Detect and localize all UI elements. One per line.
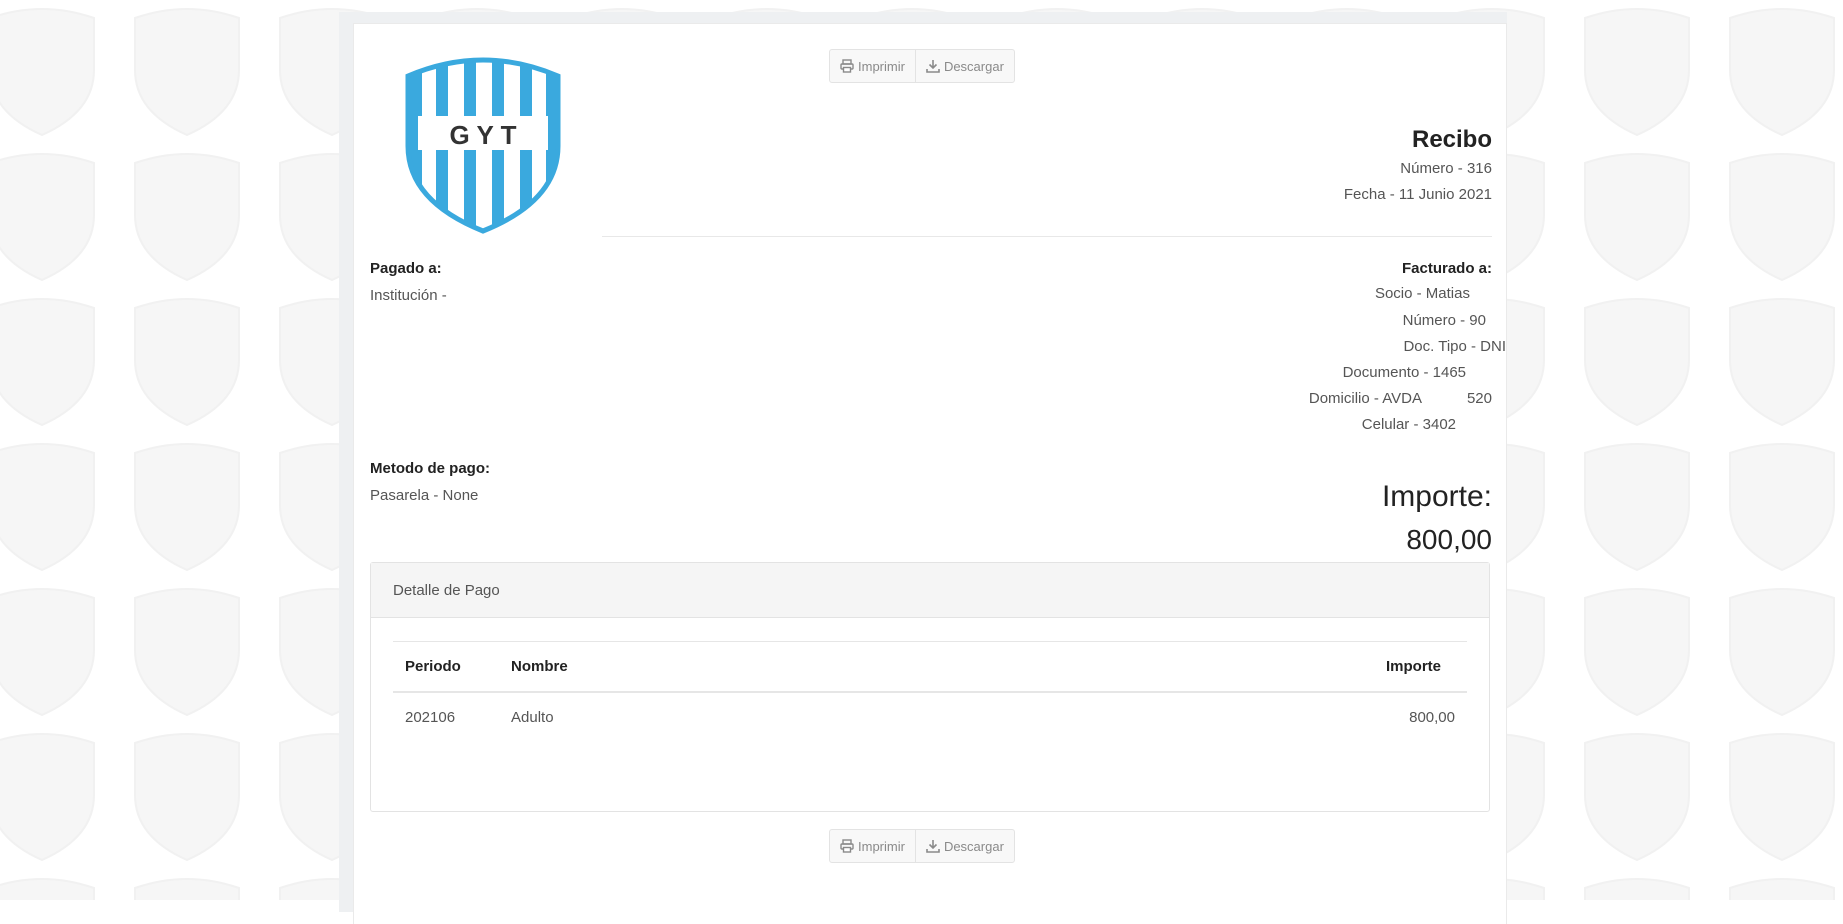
download-icon (926, 840, 940, 853)
download-icon (926, 60, 940, 73)
column-header-amount: Importe (948, 641, 1467, 693)
download-button[interactable]: Descargar (914, 50, 1014, 82)
bottom-toolbar: Imprimir Descargar (829, 829, 1015, 863)
logo-initials: G Y T (450, 120, 517, 150)
payment-method-value: Pasarela - None (370, 487, 479, 504)
printer-icon (840, 59, 854, 73)
row-amount: 800,00 (1409, 709, 1455, 726)
billed-to-document: Documento - 1465 (1342, 364, 1466, 381)
billed-to-number: Número - 90 (1402, 312, 1486, 329)
print-button-bottom[interactable]: Imprimir (830, 830, 915, 862)
header-divider (602, 236, 1492, 237)
print-button[interactable]: Imprimir (830, 50, 915, 82)
top-toolbar: Imprimir Descargar (829, 49, 1015, 83)
row-period: 202106 (405, 709, 456, 726)
billed-to-address: Domicilio - AVDA 520 (1308, 390, 1492, 407)
download-label: Descargar (943, 58, 1004, 74)
paid-to-institution: Institución - (370, 287, 447, 304)
receipt-number: Número - 316 (1400, 160, 1492, 177)
receipt-date: Fecha - 11 Junio 2021 (1343, 186, 1492, 203)
column-header-period: Periodo (393, 641, 499, 693)
paid-to-label: Pagado a: (370, 260, 442, 277)
payment-method-label: Metodo de pago: (370, 460, 490, 477)
download-button-bottom[interactable]: Descargar (914, 830, 1014, 862)
column-header-name: Nombre (499, 641, 949, 693)
receipt-title: Recibo (1411, 126, 1492, 153)
print-label-bottom: Imprimir (858, 838, 905, 854)
row-name: Adulto (511, 709, 554, 726)
amount-label: Importe: (1381, 480, 1492, 513)
payment-detail-card: Detalle de Pago Periodo Nombre Importe 2… (370, 562, 1490, 812)
billed-to-doc-type: Doc. Tipo - DNI (1403, 338, 1506, 355)
download-label-bottom: Descargar (943, 838, 1004, 854)
table-header-row: Periodo Nombre Importe (393, 641, 1467, 693)
club-logo: G Y T (405, 57, 561, 234)
payment-detail-table: Periodo Nombre Importe 202106 Adulto 800… (393, 641, 1467, 742)
receipt-document: Imprimir Descargar G Y T Recibo Número -… (354, 24, 1506, 924)
amount-value: 800,00 (1406, 524, 1492, 555)
billed-to-label: Facturado a: (1401, 260, 1492, 277)
payment-detail-title: Detalle de Pago (371, 563, 1489, 618)
print-label: Imprimir (858, 58, 905, 74)
printer-icon (840, 839, 854, 853)
billed-to-phone: Celular - 3402 (1361, 416, 1456, 433)
billed-to-member: Socio - Matias (1374, 285, 1470, 302)
table-row: 202106 Adulto 800,00 (393, 692, 1467, 742)
